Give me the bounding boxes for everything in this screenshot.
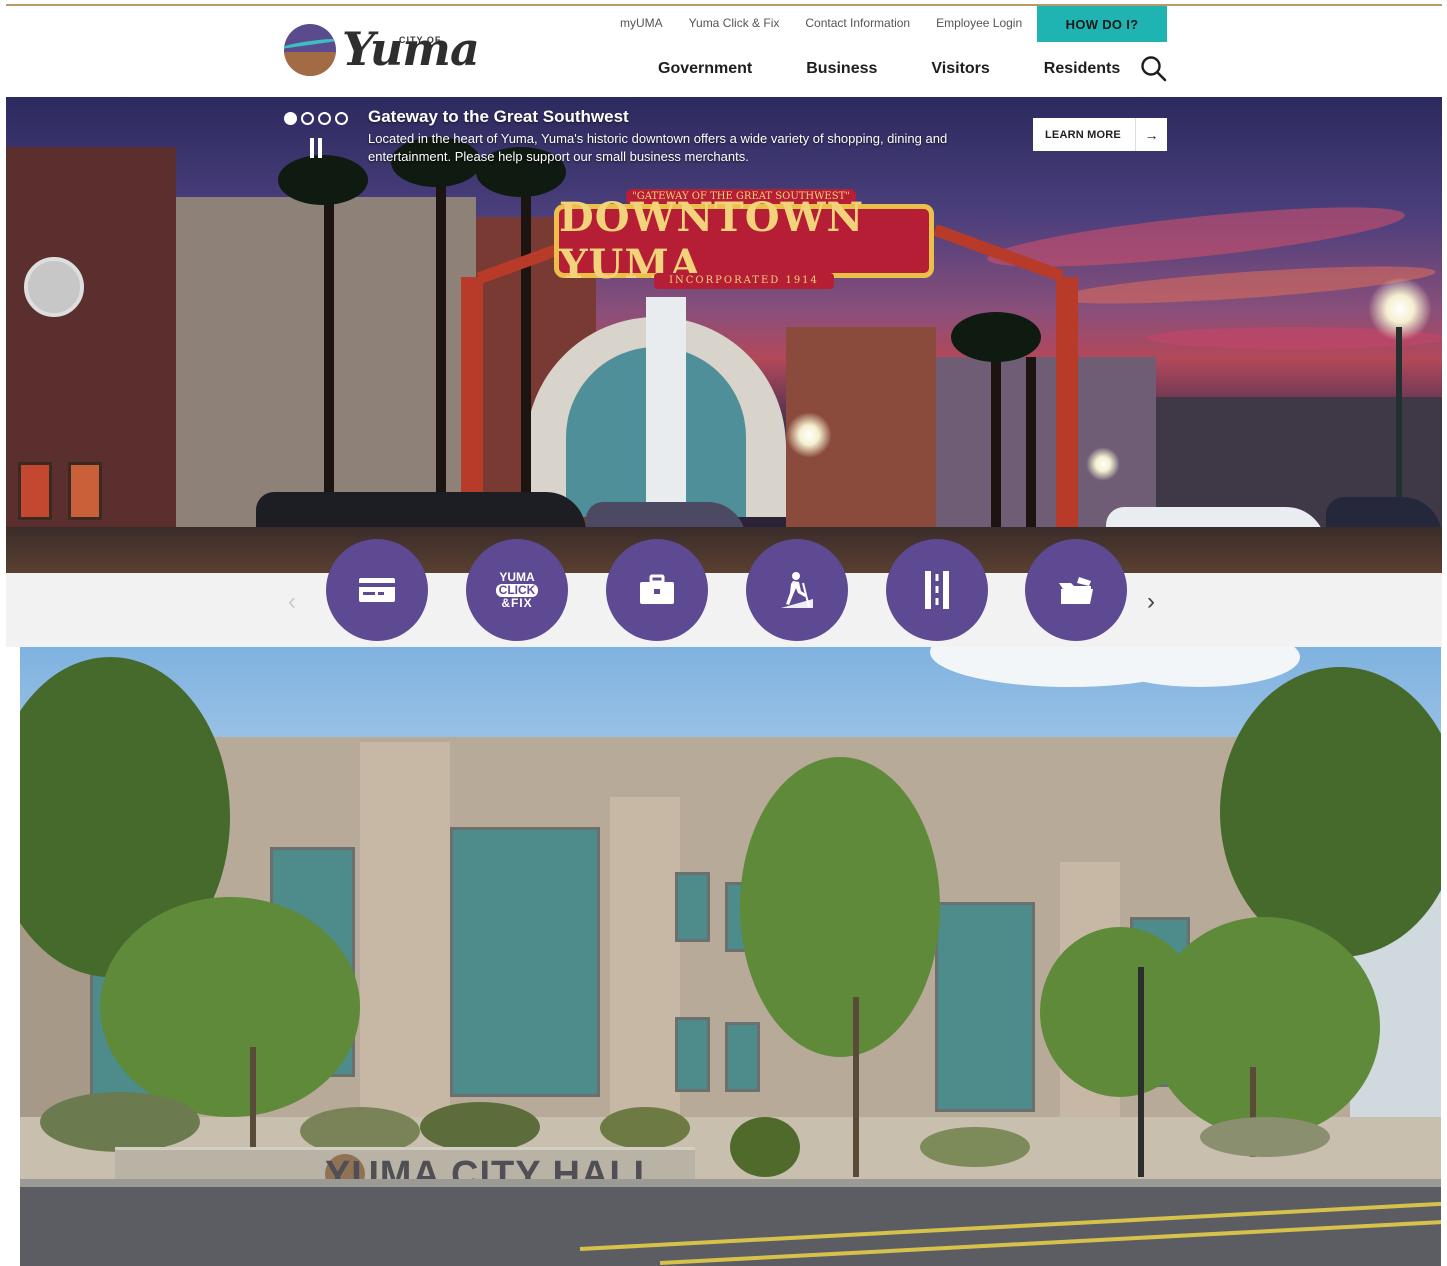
yuma-emblem-icon <box>284 24 336 76</box>
slide-dot-1[interactable] <box>284 112 297 125</box>
building-pillar <box>610 797 680 1137</box>
arch-sign-bottom: INCORPORATED 1914 <box>654 273 834 289</box>
payment-card-icon <box>359 578 395 602</box>
site-header: Yuma CITY OF myUMA Yuma Click & Fix Cont… <box>6 6 1442 97</box>
street-lamp-light <box>1086 447 1120 481</box>
building-window <box>450 827 600 1097</box>
utility-link-click-fix[interactable]: Yuma Click & Fix <box>689 16 780 30</box>
hero-banner: "GATEWAY OF THE GREAT SOUTHWEST" DOWNTOW… <box>6 97 1442 573</box>
quick-link-click-fix[interactable]: YUMA CLICK &FIX <box>466 539 568 641</box>
building-window <box>935 902 1035 1112</box>
tree <box>1150 917 1380 1137</box>
street <box>20 1187 1441 1266</box>
pause-icon[interactable] <box>308 138 324 158</box>
round-vent <box>24 257 84 317</box>
utility-link-contact[interactable]: Contact Information <box>805 16 910 30</box>
slide-indicators <box>284 112 348 125</box>
quick-links-bar: ‹ › <box>6 573 1442 647</box>
click-fix-line-2: CLICK <box>495 583 539 597</box>
hiker-icon <box>781 572 813 608</box>
movie-poster <box>68 462 102 520</box>
quick-link-payments[interactable] <box>326 539 428 641</box>
palm-canopy <box>951 312 1041 362</box>
nav-visitors[interactable]: Visitors <box>931 60 989 78</box>
palm-trunk <box>991 347 1001 537</box>
building-window <box>725 1022 760 1092</box>
quick-link-recreation[interactable] <box>746 539 848 641</box>
shrub <box>730 1117 800 1177</box>
nav-residents[interactable]: Residents <box>1044 60 1120 78</box>
logo-script-text: Yuma <box>342 22 480 76</box>
click-fix-line-1: YUMA <box>499 569 535 584</box>
movie-poster <box>18 462 52 520</box>
tree <box>100 897 360 1117</box>
shrub <box>1200 1117 1330 1157</box>
main-nav: Government Business Visitors Residents <box>658 60 1120 78</box>
street-lamp-light <box>786 412 832 458</box>
building-window <box>675 872 710 942</box>
tree-trunk <box>853 997 859 1177</box>
palm-canopy <box>278 155 368 205</box>
logo-small-text: CITY OF <box>399 35 442 45</box>
chevron-right-icon[interactable]: › <box>1147 588 1155 616</box>
tree-trunk <box>250 1047 256 1147</box>
palm-trunk <box>324 177 334 537</box>
shrub <box>420 1102 540 1152</box>
palm-trunk <box>1026 357 1036 537</box>
open-folder-icon <box>1059 577 1093 604</box>
chevron-left-icon[interactable]: ‹ <box>288 588 296 616</box>
hero-title: Gateway to the Great Southwest <box>368 107 629 126</box>
slide-dot-3[interactable] <box>318 112 331 125</box>
building-window <box>675 1017 710 1092</box>
quick-link-streets[interactable] <box>886 539 988 641</box>
palm-trunk <box>436 157 446 537</box>
city-of-yuma-logo[interactable]: Yuma CITY OF <box>284 20 480 82</box>
street-lamp-pole <box>1138 967 1144 1177</box>
shrub <box>920 1127 1030 1167</box>
utility-nav: myUMA Yuma Click & Fix Contact Informati… <box>620 16 1048 30</box>
search-icon[interactable] <box>1140 55 1168 83</box>
hero-street <box>6 527 1442 573</box>
nav-government[interactable]: Government <box>658 60 752 78</box>
shrub <box>40 1092 200 1152</box>
shrub <box>600 1107 690 1149</box>
utility-link-employee-login[interactable]: Employee Login <box>936 16 1022 30</box>
palm-trunk <box>521 157 531 537</box>
downtown-yuma-sign: DOWNTOWN YUMA <box>554 194 934 288</box>
utility-link-myuma[interactable]: myUMA <box>620 16 663 30</box>
arch-post-right <box>1056 277 1078 537</box>
learn-more-button[interactable]: LEARN MORE → <box>1033 118 1167 151</box>
theater-vertical-sign <box>646 297 686 517</box>
tree <box>740 757 940 1057</box>
yuma-click-fix-icon: YUMA CLICK &FIX <box>495 569 539 610</box>
quick-link-documents[interactable] <box>1025 539 1127 641</box>
road-icon <box>925 571 949 609</box>
learn-more-label: LEARN MORE <box>1045 128 1121 141</box>
briefcase-icon <box>640 574 674 604</box>
hero-description: Located in the heart of Yuma, Yuma's his… <box>368 131 948 164</box>
arrow-right-icon: → <box>1135 118 1167 151</box>
right-building <box>936 357 1156 527</box>
building-pillar <box>360 742 450 1137</box>
slide-dot-4[interactable] <box>335 112 348 125</box>
click-fix-line-3: &FIX <box>501 595 533 610</box>
nav-business[interactable]: Business <box>806 60 877 78</box>
how-do-i-button[interactable]: HOW DO I? <box>1037 6 1167 42</box>
city-hall-photo: YUMA CITY HALL <box>20 647 1441 1266</box>
slide-dot-2[interactable] <box>301 112 314 125</box>
quick-link-business[interactable] <box>606 539 708 641</box>
